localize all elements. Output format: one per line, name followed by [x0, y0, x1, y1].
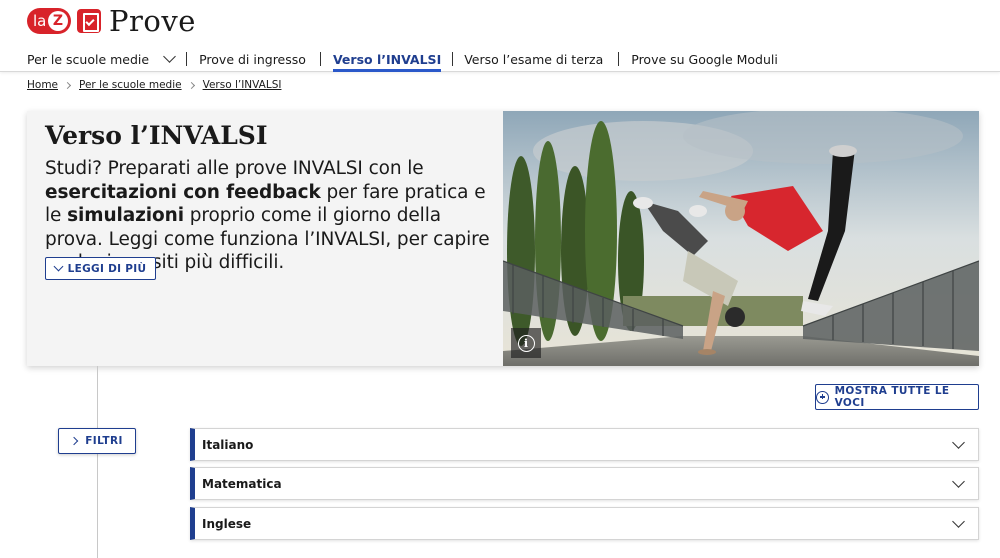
breadcrumb: Home Per le scuole medie Verso l’INVALSI	[27, 79, 281, 91]
read-more-label: LEGGI DI PIÙ	[67, 262, 147, 275]
chevron-down-icon[interactable]	[952, 475, 965, 488]
nav-item-google-moduli[interactable]: Prove su Google Moduli	[631, 48, 778, 70]
nav-item-esame-terza[interactable]: Verso l’esame di terza	[464, 48, 603, 70]
brand-name: Prove	[109, 4, 196, 38]
accordion-label: Inglese	[202, 516, 252, 531]
read-more-button[interactable]: LEGGI DI PIÙ	[45, 257, 156, 280]
show-all-button[interactable]: MOSTRA TUTTE LE VOCI	[815, 384, 979, 410]
breadcrumb-scuole-medie[interactable]: Per le scuole medie	[79, 79, 182, 91]
nav-divider	[186, 52, 188, 66]
show-all-label: MOSTRA TUTTE LE VOCI	[834, 385, 950, 409]
nav-item-prove-ingresso[interactable]: Prove di ingresso	[199, 48, 306, 70]
nav-item-label: Verso l’INVALSI	[332, 51, 442, 67]
desc-bold-simulazioni: simulazioni	[67, 205, 184, 226]
nav-item-label: Prove di ingresso	[199, 51, 306, 67]
accordion-italiano[interactable]: Italiano	[190, 428, 979, 461]
chevron-right-icon	[187, 81, 195, 89]
nav-divider	[452, 52, 454, 66]
breadcrumb-home[interactable]: Home	[27, 79, 58, 91]
logo-la-text: la	[33, 12, 47, 30]
sidebar-divider	[97, 366, 98, 558]
chevron-down-icon[interactable]	[163, 50, 176, 63]
chevron-right-icon	[63, 81, 72, 89]
nav-divider	[319, 52, 321, 66]
site-header: la Z Prove Per le scuole medie Prove di …	[0, 0, 1000, 72]
hero-image-breakdancers: i	[503, 111, 979, 366]
plus-circle-icon	[816, 390, 829, 404]
nav-item-label: Per le scuole medie	[27, 51, 150, 67]
prove-book-icon	[77, 9, 101, 33]
nav-item-verso-invalsi[interactable]: Verso l’INVALSI	[332, 48, 442, 72]
nav-item-scuole-medie[interactable]: Per le scuole medie	[27, 48, 176, 70]
hero-photo	[503, 111, 979, 366]
chevron-right-icon	[69, 436, 79, 446]
desc-bold-esercitazioni: esercitazioni con feedback	[45, 181, 321, 203]
la-z-logo: la Z	[27, 8, 71, 34]
chevron-down-icon[interactable]	[952, 436, 965, 449]
filters-button[interactable]: FILTRI	[58, 428, 136, 454]
logo-z-text: Z	[48, 11, 68, 31]
accordion-label: Italiano	[202, 437, 254, 452]
accordion-inglese[interactable]: Inglese	[190, 507, 979, 540]
desc-text: Studi? Preparati alle prove INVALSI con …	[45, 158, 424, 179]
info-icon: i	[517, 334, 535, 352]
accordion-matematica[interactable]: Matematica	[190, 467, 979, 500]
main-nav: Per le scuole medie Prove di ingresso Ve…	[27, 48, 778, 72]
breadcrumb-current[interactable]: Verso l’INVALSI	[203, 79, 282, 91]
filters-label: FILTRI	[85, 435, 123, 447]
chevron-down-icon[interactable]	[952, 515, 965, 528]
chevron-down-icon	[53, 261, 64, 272]
nav-divider	[618, 52, 620, 66]
hero-card: Verso l’INVALSI Studi? Preparati alle pr…	[27, 111, 979, 366]
page-title: Verso l’INVALSI	[45, 121, 268, 150]
image-info-button[interactable]: i	[511, 328, 541, 358]
accordion-label: Matematica	[202, 476, 282, 491]
site-logo[interactable]: la Z Prove	[27, 4, 196, 38]
nav-item-label: Prove su Google Moduli	[631, 51, 778, 67]
nav-item-label: Verso l’esame di terza	[464, 51, 604, 67]
